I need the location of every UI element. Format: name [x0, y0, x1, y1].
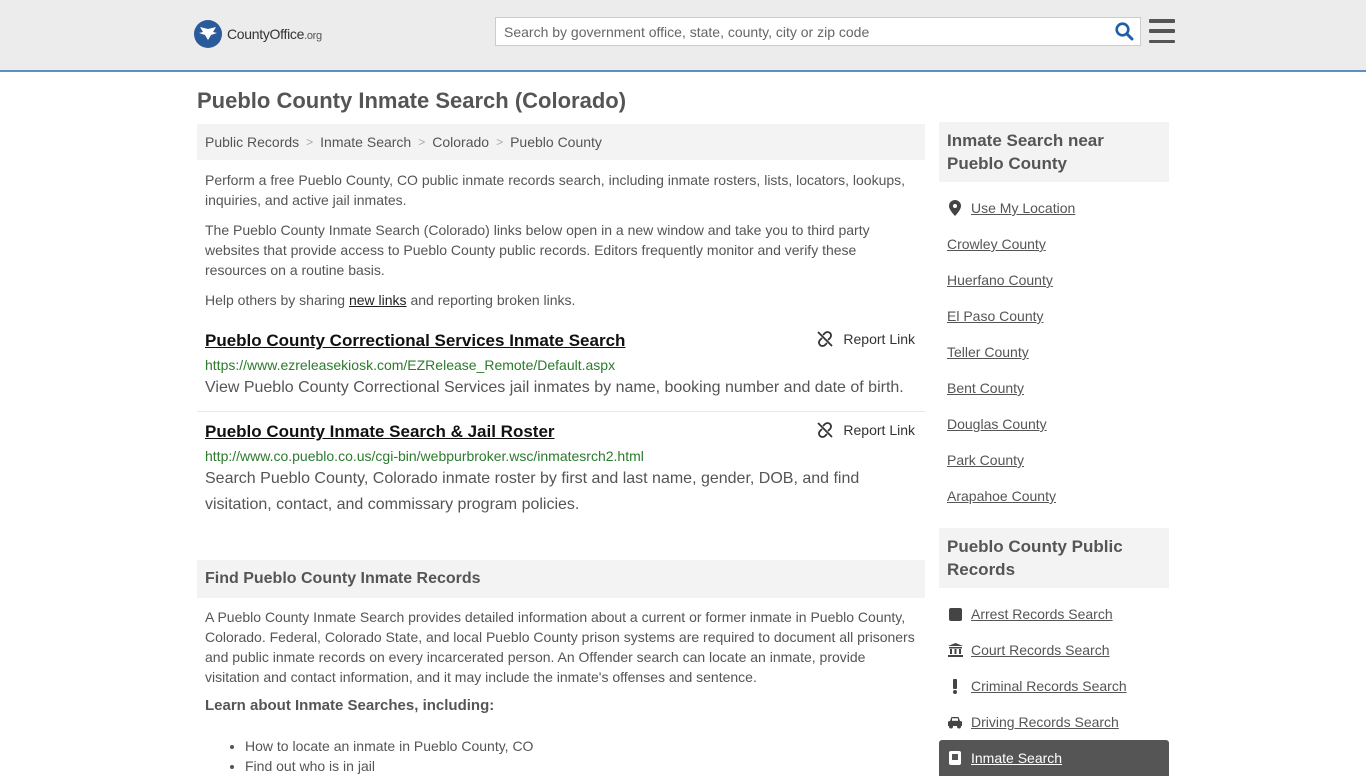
breadcrumb: Public Records > Inmate Search > Colorad…: [197, 124, 925, 160]
breadcrumb-inmate-search[interactable]: Inmate Search: [320, 134, 411, 150]
report-link-button[interactable]: Report Link: [817, 331, 915, 347]
resource-link-title[interactable]: Pueblo County Correctional Services Inma…: [205, 331, 625, 351]
sidebar-item-arrest-records[interactable]: Arrest Records Search: [939, 596, 1169, 632]
learn-list: How to locate an inmate in Pueblo County…: [205, 736, 917, 776]
intro-paragraph-1: Perform a free Pueblo County, CO public …: [205, 172, 906, 208]
list-item: How to locate an inmate in Pueblo County…: [245, 736, 917, 756]
exclamation-icon: [947, 678, 963, 694]
resource-link-url[interactable]: https://www.ezreleasekiosk.com/EZRelease…: [205, 357, 917, 373]
resource-link-description: View Pueblo County Correctional Services…: [205, 379, 904, 396]
search-input[interactable]: [496, 18, 1108, 45]
nearby-heading: Inmate Search near Pueblo County: [939, 122, 1169, 182]
nearby-county-link[interactable]: Huerfano County: [939, 262, 1169, 298]
nearby-county-link[interactable]: Arapahoe County: [939, 478, 1169, 514]
eagle-seal-icon: [194, 20, 222, 48]
report-link-button[interactable]: Report Link: [817, 422, 915, 438]
sidebar: Inmate Search near Pueblo County Use My …: [939, 122, 1169, 776]
breadcrumb-separator: >: [418, 135, 426, 149]
sidebar-item-criminal-records[interactable]: Criminal Records Search: [939, 668, 1169, 704]
public-records-list: Arrest Records Search Court Records Sear…: [939, 596, 1169, 776]
car-icon: [947, 714, 963, 730]
hamburger-menu-icon[interactable]: [1149, 19, 1175, 43]
courthouse-icon: [947, 642, 963, 658]
sidebar-item-court-records[interactable]: Court Records Search: [939, 632, 1169, 668]
sidebar-item-driving-records[interactable]: Driving Records Search: [939, 704, 1169, 740]
breadcrumb-colorado[interactable]: Colorado: [432, 134, 489, 150]
square-icon: [947, 606, 963, 622]
nearby-county-link[interactable]: Bent County: [939, 370, 1169, 406]
nearby-list: Use My Location Crowley County Huerfano …: [939, 190, 1169, 514]
nearby-county-link[interactable]: Park County: [939, 442, 1169, 478]
nearby-county-link[interactable]: Crowley County: [939, 226, 1169, 262]
intro-paragraph-2: The Pueblo County Inmate Search (Colorad…: [205, 222, 870, 278]
page-title: Pueblo County Inmate Search (Colorado): [197, 88, 627, 113]
find-records-heading: Find Pueblo County Inmate Records: [197, 560, 925, 598]
main-content: Public Records > Inmate Search > Colorad…: [197, 124, 925, 776]
new-links-link[interactable]: new links: [349, 292, 407, 308]
broken-link-icon: [817, 422, 834, 438]
resource-link-item: Pueblo County Correctional Services Inma…: [197, 331, 925, 412]
resource-link-url[interactable]: http://www.co.pueblo.co.us/cgi-bin/webpu…: [205, 448, 917, 464]
resource-link-title[interactable]: Pueblo County Inmate Search & Jail Roste…: [205, 422, 555, 442]
intro-paragraph-3: Help others by sharing new links and rep…: [205, 292, 576, 308]
inmate-icon: [947, 750, 963, 766]
site-header: CountyOffice.org: [0, 0, 1366, 72]
broken-link-icon: [817, 331, 834, 347]
public-records-heading: Pueblo County Public Records: [939, 528, 1169, 588]
search-icon[interactable]: [1108, 18, 1140, 45]
nearby-county-link[interactable]: Douglas County: [939, 406, 1169, 442]
nearby-county-link[interactable]: Teller County: [939, 334, 1169, 370]
breadcrumb-public-records[interactable]: Public Records: [205, 134, 299, 150]
breadcrumb-separator: >: [306, 135, 314, 149]
sidebar-item-inmate-search[interactable]: Inmate Search: [939, 740, 1169, 776]
resource-link-description: Search Pueblo County, Colorado inmate ro…: [205, 470, 860, 513]
breadcrumb-separator: >: [496, 135, 504, 149]
learn-heading: Learn about Inmate Searches, including:: [205, 697, 495, 714]
nearby-county-link[interactable]: El Paso County: [939, 298, 1169, 334]
resource-link-item: Pueblo County Inmate Search & Jail Roste…: [197, 422, 925, 518]
use-my-location-item[interactable]: Use My Location: [939, 190, 1169, 226]
intro: Perform a free Pueblo County, CO public …: [197, 170, 925, 310]
search-bar: [495, 17, 1141, 46]
logo-text: CountyOffice.org: [227, 26, 322, 42]
find-records-body: A Pueblo County Inmate Search provides d…: [197, 607, 925, 776]
list-item: Find out who is in jail: [245, 756, 917, 776]
find-records-paragraph: A Pueblo County Inmate Search provides d…: [205, 609, 915, 685]
site-logo[interactable]: CountyOffice.org: [194, 20, 322, 48]
map-pin-icon: [947, 200, 963, 216]
breadcrumb-pueblo-county[interactable]: Pueblo County: [510, 134, 602, 150]
